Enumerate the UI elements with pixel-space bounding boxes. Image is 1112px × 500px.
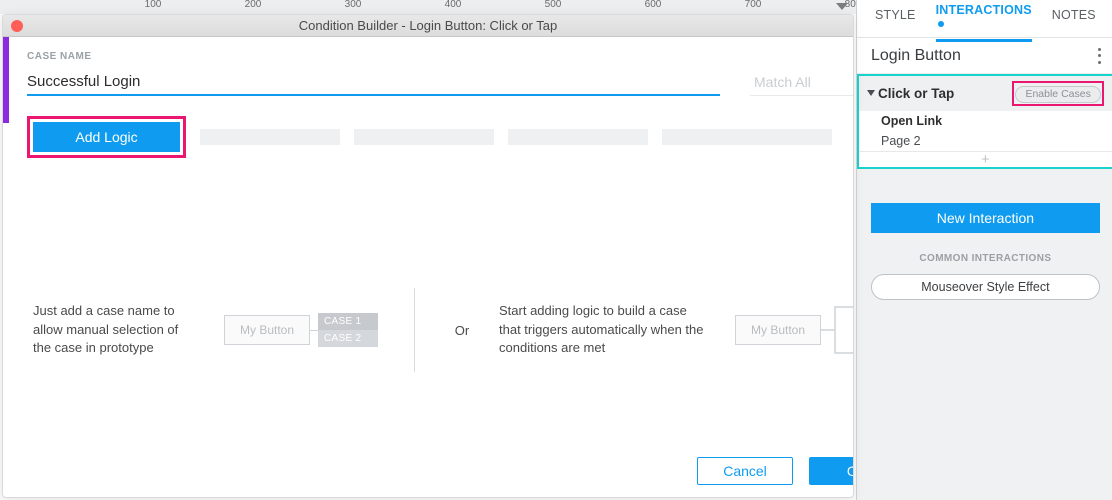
- inspector-panel: STYLE INTERACTIONS NOTES Login Button Cl…: [856, 0, 1112, 500]
- diagram-case-chip: CASE 2: [318, 330, 378, 347]
- condition-placeholder: [200, 129, 340, 145]
- more-options-icon[interactable]: [1098, 48, 1102, 64]
- condition-placeholder: [662, 129, 832, 145]
- case-name-field[interactable]: [27, 68, 720, 96]
- case-name-input[interactable]: [27, 73, 720, 90]
- ok-button[interactable]: OK: [809, 457, 854, 485]
- tab-interactions[interactable]: INTERACTIONS: [936, 3, 1032, 42]
- canvas-area: 100 200 300 400 500 600 700 800 Conditio…: [0, 0, 856, 500]
- diagram-button: My Button: [224, 315, 310, 345]
- condition-placeholder: [508, 129, 648, 145]
- ruler-tick-label: 400: [445, 0, 462, 10]
- or-label: Or: [451, 323, 473, 338]
- event-block-highlight: Click or Tap Enable Cases Open Link Page…: [857, 74, 1112, 169]
- inspector-tabs: STYLE INTERACTIONS NOTES: [857, 0, 1112, 38]
- close-window-icon[interactable]: [11, 20, 23, 32]
- case-name-label: CASE NAME: [27, 51, 854, 62]
- mouseover-style-effect-button[interactable]: Mouseover Style Effect: [871, 274, 1100, 300]
- event-header[interactable]: Click or Tap Enable Cases: [859, 76, 1112, 111]
- hint-auto-case: Start adding logic to build a case that …: [499, 302, 709, 359]
- tab-notes[interactable]: NOTES: [1052, 8, 1096, 30]
- add-logic-highlight: Add Logic: [27, 116, 186, 158]
- unsaved-dot-icon: [938, 21, 944, 27]
- condition-builder-modal: Condition Builder - Login Button: Click …: [2, 14, 854, 498]
- new-interaction-button[interactable]: New Interaction: [871, 203, 1100, 233]
- diagram-case-chip: CASE 1: [318, 313, 378, 330]
- add-action-button[interactable]: +: [859, 151, 1112, 167]
- ruler-tick-label: 500: [545, 0, 562, 10]
- modal-title: Condition Builder - Login Button: Click …: [3, 18, 853, 33]
- add-logic-button[interactable]: Add Logic: [33, 122, 180, 152]
- action-name[interactable]: Open Link: [859, 111, 1112, 131]
- chevron-down-icon: [867, 90, 875, 96]
- hint-manual-case: Just add a case name to allow manual sel…: [33, 302, 198, 359]
- action-target[interactable]: Page 2: [859, 131, 1112, 151]
- ruler-tick-label: 300: [345, 0, 362, 10]
- ruler-tick-label: 700: [745, 0, 762, 10]
- ruler-tick-label: 100: [145, 0, 162, 10]
- event-name: Click or Tap: [878, 86, 954, 101]
- ruler-tick-label: 600: [645, 0, 662, 10]
- modal-titlebar[interactable]: Condition Builder - Login Button: Click …: [3, 15, 853, 37]
- tab-style[interactable]: STYLE: [875, 8, 916, 30]
- diagram-button: My Button: [735, 315, 821, 345]
- branch-icon: [821, 295, 854, 365]
- condition-placeholder: [354, 129, 494, 145]
- cancel-button[interactable]: Cancel: [697, 457, 793, 485]
- enable-cases-highlight: Enable Cases: [1012, 81, 1103, 106]
- ruler-tick-label: 200: [245, 0, 262, 10]
- enable-cases-button[interactable]: Enable Cases: [1015, 86, 1100, 103]
- common-interactions-label: COMMON INTERACTIONS: [857, 253, 1112, 264]
- ruler-menu-icon[interactable]: [836, 3, 848, 10]
- diagram-manual-case: My Button CASE 1 CASE 2: [224, 313, 378, 347]
- widget-title-row: Login Button: [857, 38, 1112, 74]
- widget-title: Login Button: [871, 47, 961, 65]
- ruler: 100 200 300 400 500 600 700 800: [0, 0, 856, 14]
- match-mode-label: Match All: [754, 74, 811, 90]
- match-mode-select[interactable]: Match All: [750, 68, 854, 96]
- diagram-auto-case: My Button IF ELSE: [735, 295, 854, 365]
